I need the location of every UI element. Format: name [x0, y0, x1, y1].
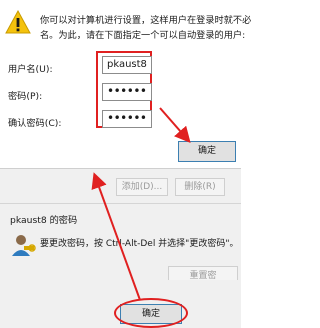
group-title: pkaust8 的密码 [10, 215, 78, 226]
ok-button-top[interactable]: 确定 [178, 141, 236, 162]
annotation-ellipse-ok [114, 298, 188, 328]
confirm-password-input[interactable]: •••••• [102, 110, 152, 128]
description-line-1: 你可以对计算机进行设置，这样用户在登录时就不必 [40, 15, 252, 26]
username-label: 用户名(U): [8, 64, 53, 75]
description-line-2: 名。为此，请在下面指定一个可以自动登录的用户: [40, 30, 246, 41]
delete-user-button[interactable]: 删除(R) [175, 178, 225, 196]
add-user-button[interactable]: 添加(D)... [116, 178, 168, 196]
user-key-icon [12, 235, 36, 256]
password-label: 密码(P): [8, 91, 43, 102]
change-password-text: 要更改密码，按 Ctrl-Alt-Del 并选择"更改密码"。 [40, 239, 239, 249]
confirm-password-label: 确认密码(C): [8, 118, 62, 129]
password-input[interactable]: •••••• [102, 83, 152, 101]
username-input[interactable]: pkaust8 [102, 56, 152, 74]
auto-logon-dialog: 你可以对计算机进行设置，这样用户在登录时就不必 名。为此，请在下面指定一个可以自… [0, 0, 252, 168]
warning-icon [5, 10, 31, 34]
